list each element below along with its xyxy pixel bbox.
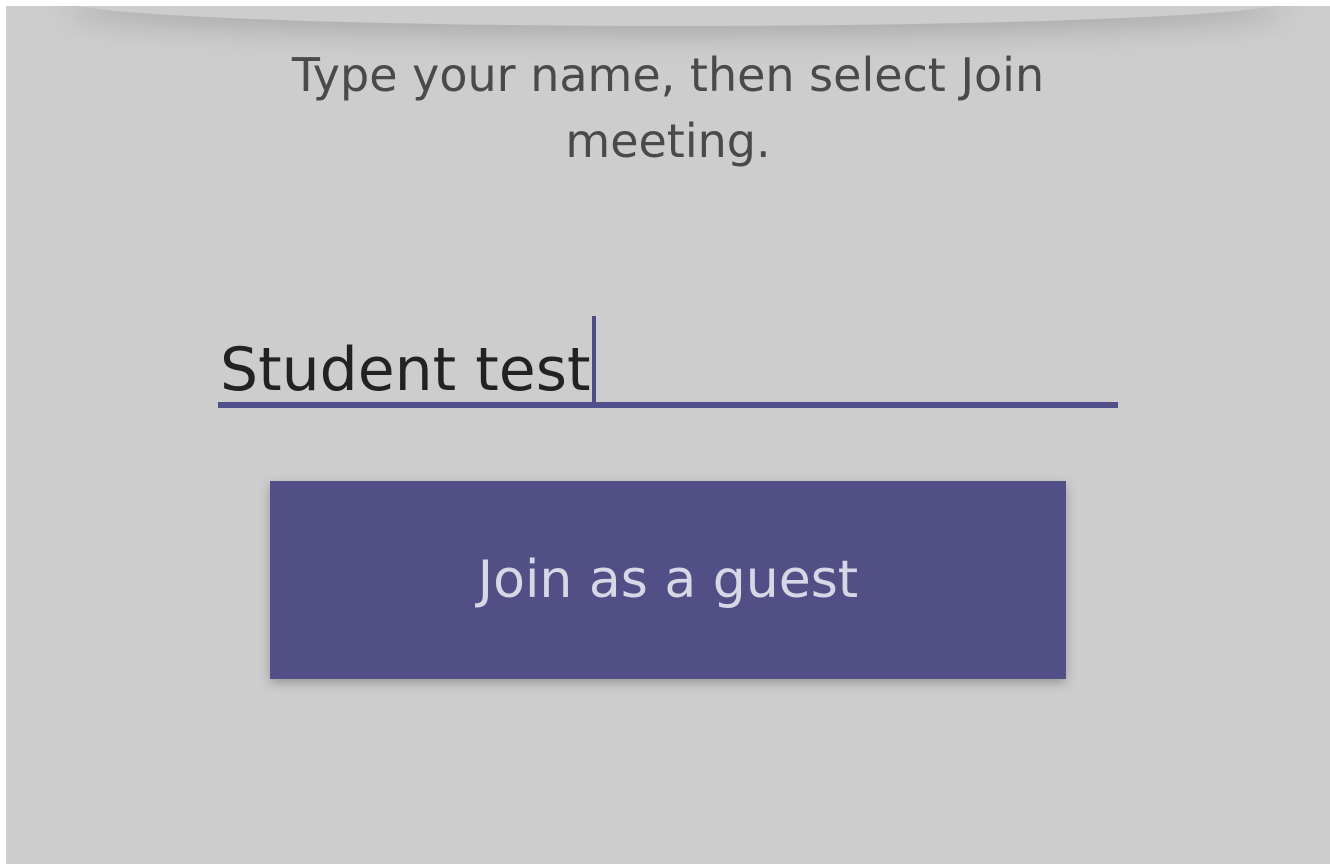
instruction-line-2: meeting. (565, 114, 771, 168)
name-input[interactable]: Student test (220, 316, 596, 410)
name-field[interactable]: Student test (218, 304, 1118, 412)
join-as-guest-button[interactable]: Join as a guest (270, 481, 1066, 679)
top-bar-shadow (66, 6, 1286, 26)
join-as-guest-label: Join as a guest (477, 550, 859, 610)
name-field-underline (218, 402, 1118, 408)
text-caret (591, 316, 596, 406)
instruction-line-1: Type your name, then select Join (291, 48, 1045, 102)
instruction-text: Type your name, then select Join meeting… (6, 42, 1330, 174)
name-input-value: Student test (220, 335, 591, 405)
join-screen: Type your name, then select Join meeting… (6, 6, 1330, 864)
